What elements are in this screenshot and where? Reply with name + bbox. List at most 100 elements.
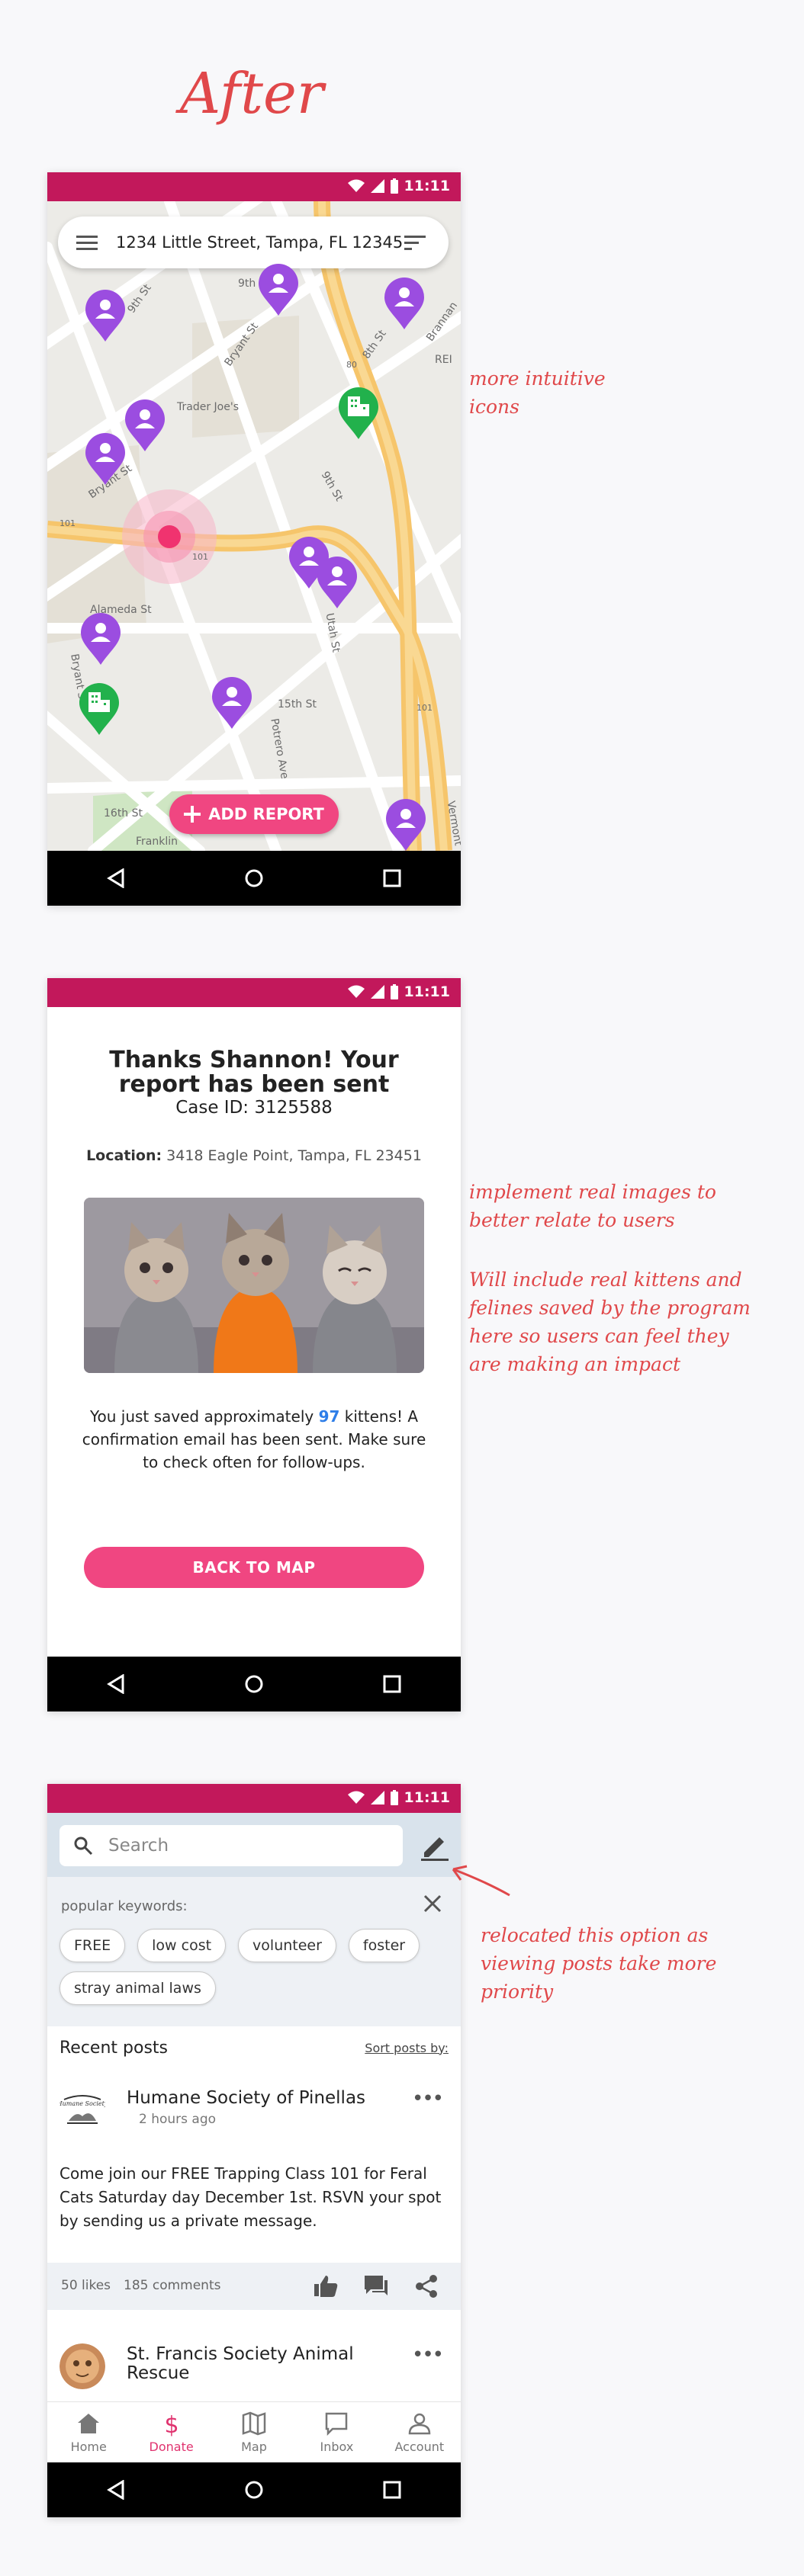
address-search-bar[interactable]: 1234 Little Street, Tampa, FL 12345 [58, 217, 449, 268]
dollar-icon: $ [164, 2412, 178, 2436]
post-text: Come join our FREE Trapping Class 101 fo… [59, 2164, 442, 2230]
wifi-icon [347, 1791, 365, 1804]
keyword-chip[interactable]: FREE [59, 1929, 126, 1962]
home-circle-icon[interactable] [244, 868, 264, 888]
person-pin-icon[interactable] [84, 431, 127, 485]
post-header: St. Francis Society Animal Rescue ••• [59, 2342, 449, 2392]
signal-icon [370, 985, 384, 999]
map-label: 80 [346, 360, 357, 370]
thumbs-up-icon[interactable] [313, 2273, 339, 2299]
home-circle-icon[interactable] [244, 2480, 264, 2500]
keywords-label: popular keywords: [61, 1898, 188, 1914]
tab-map[interactable]: Map [213, 2402, 295, 2462]
map-label: Franklin [136, 836, 178, 848]
comment-icon[interactable] [363, 2273, 389, 2299]
keyword-chip[interactable]: foster [348, 1929, 420, 1962]
annotation-real-images: implement real images to better relate t… [469, 1181, 716, 1231]
android-nav-bar [47, 2462, 461, 2517]
more-options-icon[interactable]: ••• [412, 2343, 444, 2366]
map-label: REI [435, 354, 452, 366]
annotation-arrow-icon [452, 1865, 510, 1897]
filter-icon[interactable] [404, 234, 426, 251]
tab-label: Account [394, 2440, 445, 2454]
humane-society-logo: Humane Society [59, 2087, 105, 2133]
pencil-icon[interactable] [420, 1831, 450, 1862]
person-pin-icon[interactable] [124, 398, 166, 451]
person-pin-icon[interactable] [84, 288, 127, 342]
map-label: 101 [192, 552, 208, 562]
post-header: Humane Society Humane Society of Pinella… [59, 2086, 449, 2136]
battery-icon [390, 178, 398, 194]
sort-posts-link[interactable]: Sort posts by: [365, 2041, 449, 2055]
home-icon [78, 2414, 100, 2433]
bottom-tab-bar: Home $ Donate Map Inbox Account [47, 2401, 461, 2462]
likes-count[interactable]: 50 likes [61, 2278, 111, 2293]
status-time: 11:11 [404, 1789, 450, 1806]
comments-count[interactable]: 185 comments [124, 2278, 220, 2293]
recents-square-icon[interactable] [382, 868, 402, 888]
status-bar: 11:11 [47, 1784, 461, 1813]
plus-icon [184, 806, 201, 823]
person-pin-icon[interactable] [384, 797, 427, 851]
search-input[interactable]: Search [59, 1825, 403, 1866]
kittens-photo [84, 1198, 424, 1373]
menu-icon[interactable] [76, 234, 98, 251]
person-pin-icon[interactable] [383, 276, 426, 329]
recents-square-icon[interactable] [382, 2480, 402, 2500]
add-report-button[interactable]: ADD REPORT [169, 794, 339, 834]
status-time: 11:11 [404, 178, 450, 194]
back-to-map-button[interactable]: BACK TO MAP [84, 1547, 424, 1588]
annotation-real-kittens: Will include real kittens and felines sa… [469, 1269, 751, 1375]
confirmation-title: Thanks Shannon! Your report has been sen… [109, 1047, 399, 1098]
keyword-chip[interactable]: volunteer [238, 1929, 336, 1962]
tab-inbox[interactable]: Inbox [295, 2402, 378, 2462]
wifi-icon [347, 985, 365, 998]
search-panel: Search popular keywords: FREE low cost v… [47, 1813, 461, 2026]
recent-posts-header: Recent posts Sort posts by: [59, 2032, 449, 2063]
shelter-pin-icon[interactable] [337, 386, 380, 439]
keyword-chips: FREE low cost volunteer foster stray ani… [59, 1929, 449, 2005]
search-icon [74, 1837, 93, 1856]
person-pin-icon[interactable] [79, 611, 122, 665]
search-placeholder: Search [108, 1836, 169, 1856]
back-triangle-icon[interactable] [106, 1674, 126, 1694]
map-label: 15th St [278, 698, 317, 711]
person-pin-icon[interactable] [211, 675, 253, 729]
keyword-chip[interactable]: low cost [137, 1929, 227, 1962]
address-text[interactable]: 1234 Little Street, Tampa, FL 12345 [116, 233, 404, 252]
post-author[interactable]: Humane Society of Pinellas [127, 2089, 365, 2108]
tab-account[interactable]: Account [378, 2402, 461, 2462]
annotation-icons: more intuitive icons [469, 367, 606, 418]
status-bar: 11:11 [47, 978, 461, 1007]
recents-square-icon[interactable] [382, 1674, 402, 1694]
kittens-image [84, 1198, 424, 1373]
map-label: 101 [416, 703, 433, 713]
back-triangle-icon[interactable] [106, 868, 126, 888]
back-triangle-icon[interactable] [106, 2480, 126, 2500]
close-icon[interactable] [421, 1892, 444, 1915]
message-prefix: You just saved approximately [89, 1407, 314, 1426]
home-circle-icon[interactable] [244, 1674, 264, 1694]
share-icon[interactable] [413, 2273, 439, 2299]
person-pin-icon[interactable] [316, 555, 359, 608]
person-pin-icon[interactable] [257, 262, 300, 316]
android-nav-bar [47, 851, 461, 906]
tab-home[interactable]: Home [47, 2402, 130, 2462]
keyword-chip[interactable]: stray animal laws [59, 1971, 216, 2005]
tab-donate[interactable]: $ Donate [130, 2402, 212, 2462]
kitten-count: 97 [318, 1407, 340, 1426]
map-label: Trader Joe's [177, 401, 239, 413]
status-time: 11:11 [404, 983, 450, 1000]
community-feed-screen: 11:11 Search popular keywords: FREE low … [47, 1784, 461, 2517]
report-location: Location: 3418 Eagle Point, Tampa, FL 23… [70, 1147, 438, 1164]
post-author[interactable]: St. Francis Society Animal Rescue [127, 2345, 371, 2383]
recent-posts-title: Recent posts [59, 2038, 169, 2058]
st-francis-avatar [59, 2343, 105, 2389]
search-row: Search [47, 1813, 461, 1877]
tab-label: Map [241, 2440, 267, 2454]
tab-label: Inbox [320, 2440, 354, 2454]
more-options-icon[interactable]: ••• [412, 2087, 444, 2110]
confirmation-screen: 11:11 Thanks Shannon! Your report has be… [47, 978, 461, 1711]
tab-label: Donate [149, 2440, 194, 2454]
shelter-pin-icon[interactable] [78, 682, 121, 735]
